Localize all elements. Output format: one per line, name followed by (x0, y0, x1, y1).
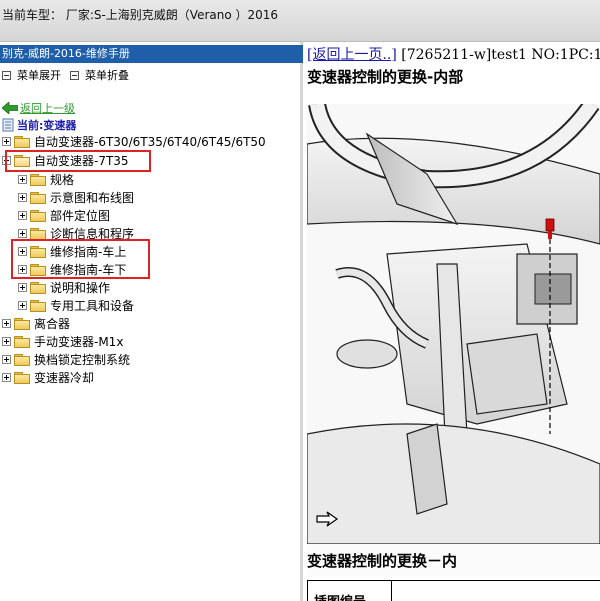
current-section-indicator: 当前:变速器 (2, 116, 76, 133)
expand-toggle-icon[interactable] (18, 301, 27, 310)
folder-icon (14, 317, 30, 330)
expand-toggle-icon[interactable] (18, 247, 27, 256)
folder-icon (30, 227, 46, 240)
folder-icon (30, 191, 46, 204)
tree-item-shift-lock[interactable]: 换档锁定控制系统 (2, 351, 130, 368)
page-heading: 变速器控制的更换-内部 (307, 68, 464, 86)
tree-item-label: 自动变速器-7T35 (34, 154, 129, 168)
back-arrow-icon (2, 101, 18, 114)
back-up-one-level-link[interactable]: 返回上一级 (2, 99, 75, 116)
tree-item-label: 说明和操作 (50, 281, 111, 295)
folder-icon (14, 335, 30, 348)
folder-icon (30, 299, 46, 312)
transmission-control-illustration (307, 104, 600, 577)
top-header-bar: 当前车型： 厂家:S-上海别克威朗（Verano ）2016 (0, 0, 600, 42)
expand-toggle-icon[interactable] (18, 211, 27, 220)
tree-item-label: 部件定位图 (50, 209, 111, 223)
menu-collapse-button[interactable]: 菜单折叠 (70, 67, 129, 83)
document-info: [7265211-w]test1 NO:1PC:1 (401, 47, 600, 62)
current-vehicle-text: 当前车型： 厂家:S-上海别克威朗（Verano ）2016 (2, 8, 279, 22)
menu-expand-label: 菜单展开 (17, 69, 61, 82)
tree-item-label: 自动变速器-6T30/6T35/6T40/6T45/6T50 (34, 135, 266, 149)
tree-item-label: 变速器冷却 (34, 371, 95, 385)
expand-toggle-icon[interactable] (2, 137, 11, 146)
current-section-label: 当前:变速器 (17, 118, 77, 132)
expand-toggle-icon[interactable] (2, 355, 11, 364)
tree-item-schematics[interactable]: 示意图和布线图 (18, 189, 134, 206)
folder-open-icon (14, 154, 30, 167)
expand-toggle-icon[interactable] (18, 175, 27, 184)
left-navigation-panel: 别克-威朗-2016-维修手册 菜单展开 菜单折叠 返回上一级 当前:变速器 自… (0, 42, 303, 601)
folder-icon (30, 173, 46, 186)
table-column-divider (391, 581, 392, 601)
expand-toggle-icon[interactable] (18, 193, 27, 202)
tree-item-label: 维修指南-车下 (50, 263, 127, 277)
collapse-toggle-icon[interactable] (2, 156, 11, 165)
folder-icon (14, 371, 30, 384)
expand-toggle-icon[interactable] (2, 319, 11, 328)
folder-icon (30, 245, 46, 258)
tree-item-label: 示意图和布线图 (50, 191, 135, 205)
tree-item-label: 手动变速器-M1x (34, 335, 124, 349)
tree-item-auto-trans-7t35[interactable]: 自动变速器-7T35 (2, 152, 129, 169)
expand-toggle-icon[interactable] (18, 283, 27, 292)
folder-icon (14, 135, 30, 148)
tree-item-clutch[interactable]: 离合器 (2, 315, 70, 332)
folder-icon (30, 281, 46, 294)
expand-toggle-icon[interactable] (2, 373, 11, 382)
menu-expand-button[interactable]: 菜单展开 (2, 67, 61, 83)
menu-collapse-label: 菜单折叠 (85, 69, 129, 82)
tree-item-label: 规格 (50, 173, 75, 187)
tree-item-description-operation[interactable]: 说明和操作 (18, 279, 110, 296)
expand-toggle-icon[interactable] (2, 337, 11, 346)
content-panel: [返回上一页..] [7265211-w]test1 NO:1PC:1 变速器控… (303, 42, 600, 601)
tree-item-auto-trans-6t[interactable]: 自动变速器-6T30/6T35/6T40/6T45/6T50 (2, 133, 266, 150)
tree-item-diagnostics[interactable]: 诊断信息和程序 (18, 225, 134, 242)
folder-icon (14, 353, 30, 366)
back-up-one-level-label: 返回上一级 (20, 101, 75, 115)
tree-item-special-tools[interactable]: 专用工具和设备 (18, 297, 134, 314)
tree-item-component-locator[interactable]: 部件定位图 (18, 207, 110, 224)
document-icon (2, 118, 14, 131)
tree-item-manual-trans[interactable]: 手动变速器-M1x (2, 333, 123, 350)
expand-toggle-icon[interactable] (18, 229, 27, 238)
tree-item-label: 离合器 (34, 317, 71, 331)
table-header-figure-number: 插图编号 (314, 591, 366, 601)
tree-item-specifications[interactable]: 规格 (18, 171, 74, 188)
illustration-drawing (307, 104, 600, 545)
expand-toggle-icon[interactable] (18, 265, 27, 274)
tree-item-repair-off-vehicle[interactable]: 维修指南-车下 (18, 261, 126, 278)
expand-icon (2, 70, 11, 80)
tree-item-label: 维修指南-车上 (50, 245, 127, 259)
manual-title-bar: 别克-威朗-2016-维修手册 (0, 45, 303, 63)
folder-icon (30, 263, 46, 276)
tree-item-label: 诊断信息和程序 (50, 227, 135, 241)
tree-item-trans-cooling[interactable]: 变速器冷却 (2, 369, 94, 386)
collapse-icon (70, 70, 79, 80)
tree-item-repair-on-vehicle[interactable]: 维修指南-车上 (18, 243, 126, 260)
tree-item-label: 专用工具和设备 (50, 299, 135, 313)
figure-table: 插图编号 (307, 580, 600, 601)
section-subheading: 变速器控制的更换－内 (307, 552, 458, 570)
document-nav-line: [返回上一页..] [7265211-w]test1 NO:1PC:1 (307, 44, 600, 62)
folder-icon (30, 209, 46, 222)
tree-item-label: 换档锁定控制系统 (34, 353, 131, 367)
back-to-previous-page-link[interactable]: [返回上一页..] (307, 47, 397, 62)
